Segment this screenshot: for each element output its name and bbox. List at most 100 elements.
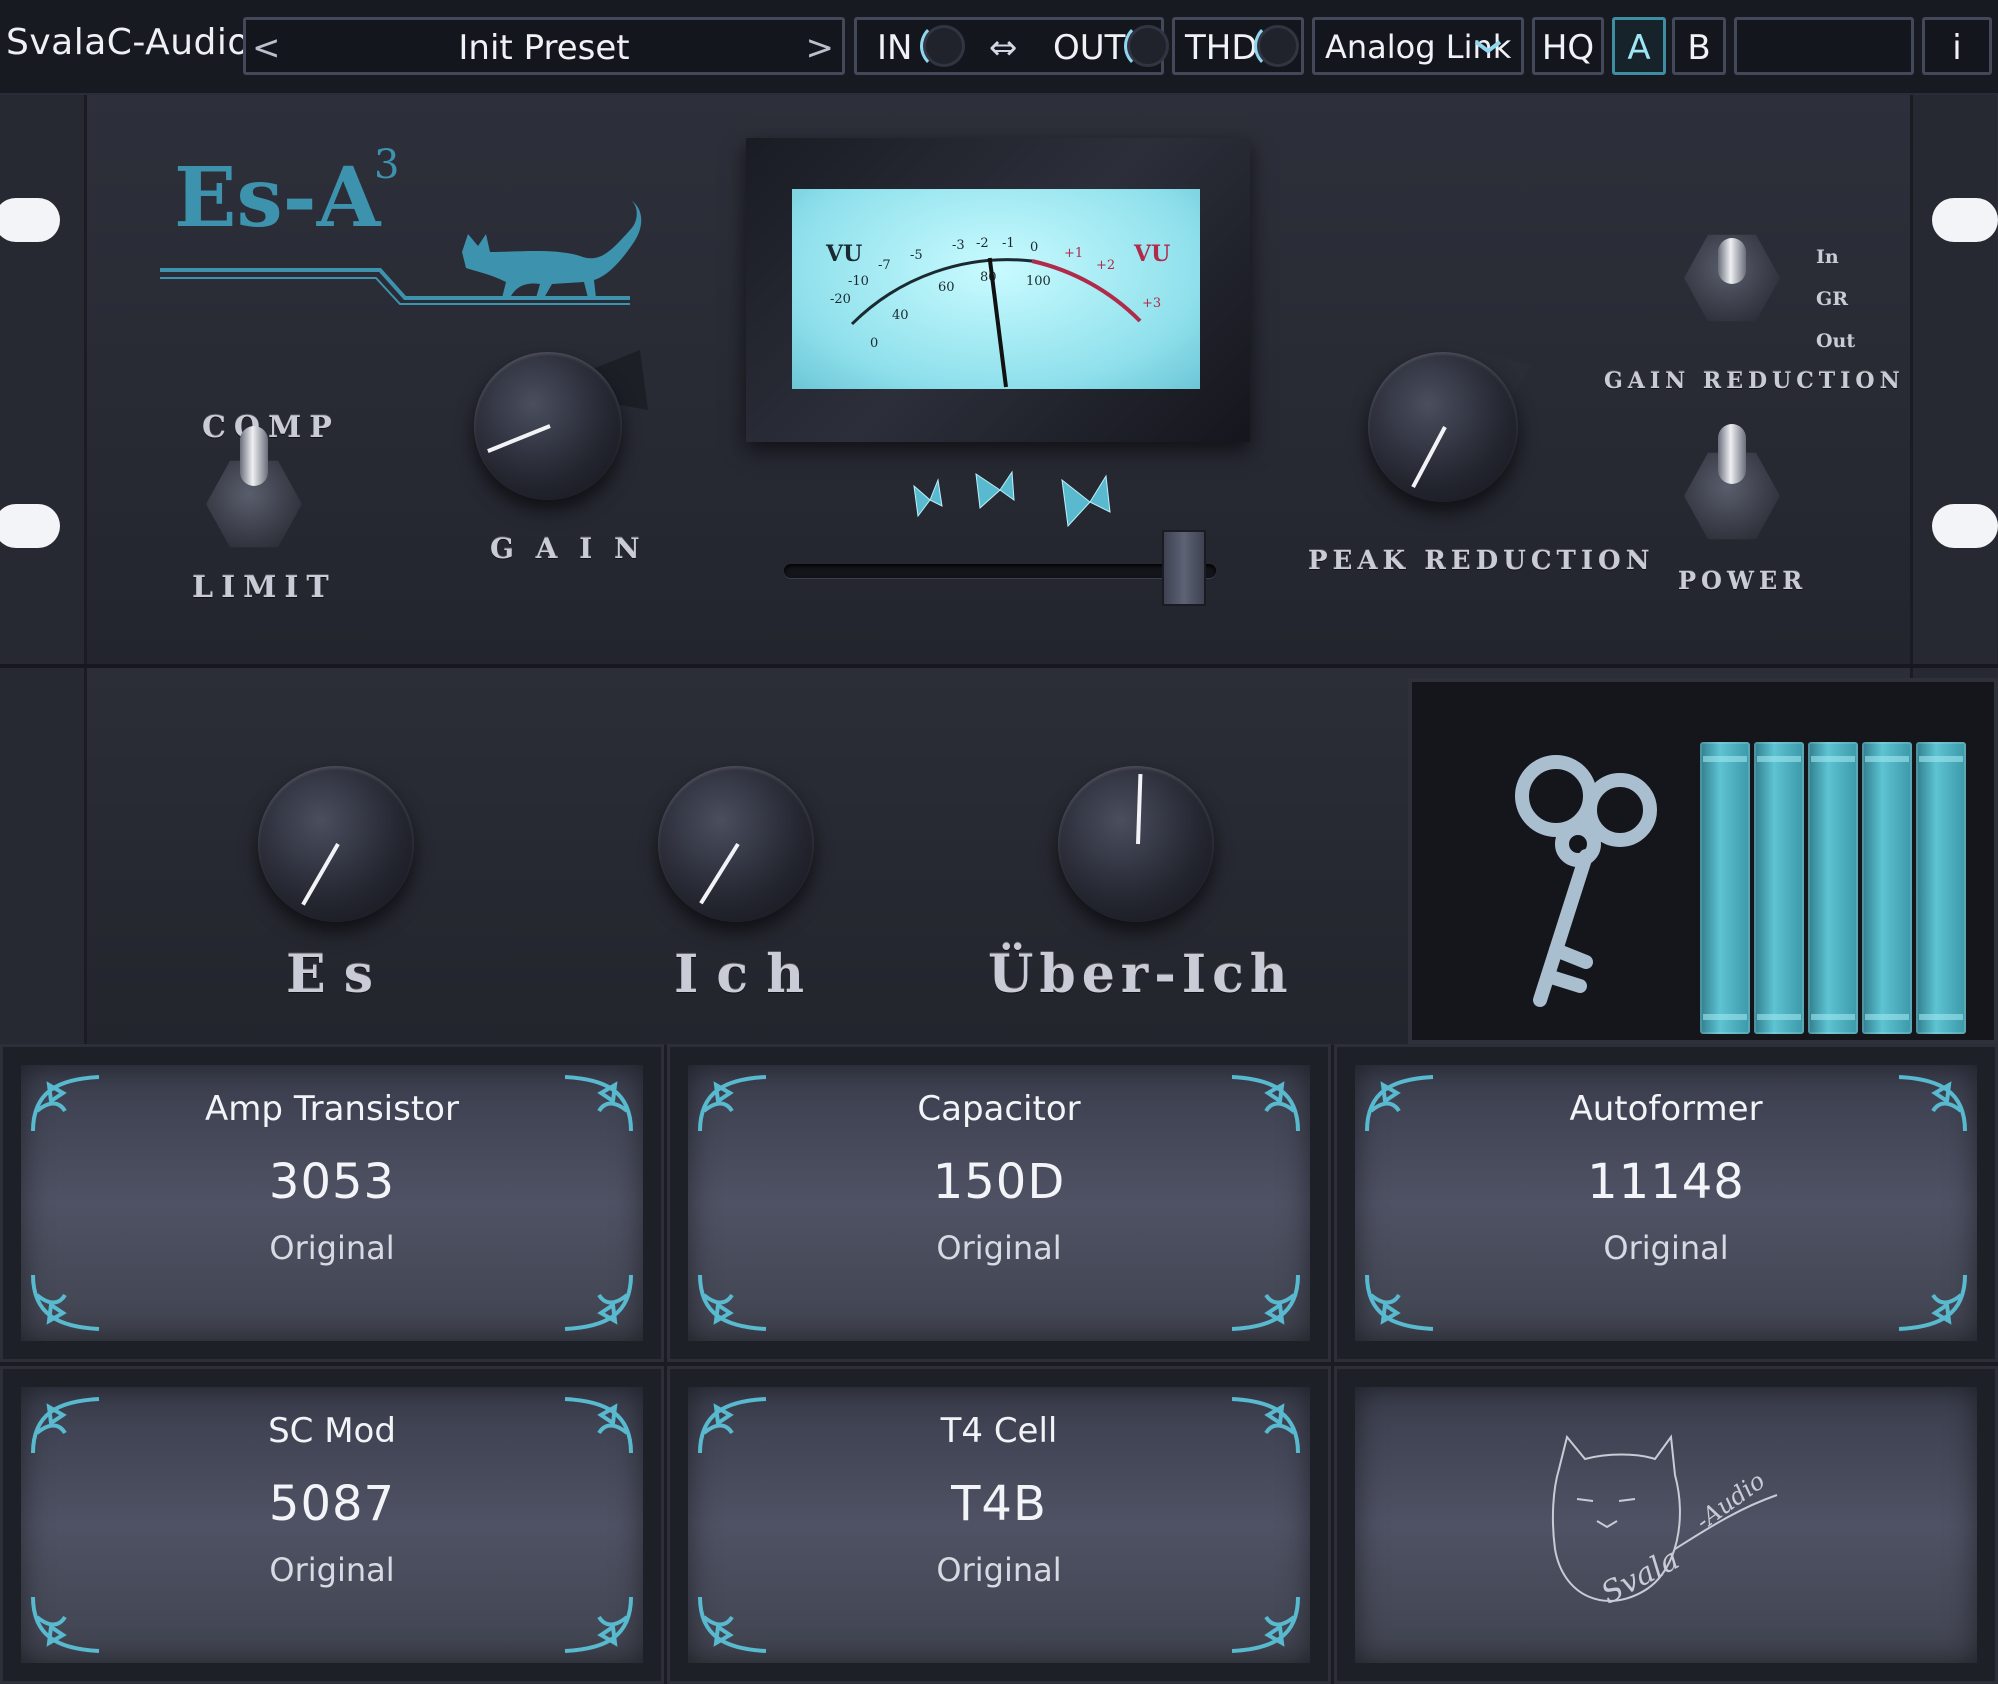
module-title: Amp Transistor (205, 1089, 459, 1129)
b-button[interactable]: B (1672, 17, 1726, 75)
in-label: IN (877, 28, 913, 68)
signature-panel: Svala -Audio (1334, 1366, 1998, 1684)
rack-screw-slot (1932, 198, 1998, 242)
meter-mode-gr: GR (1816, 288, 1849, 310)
b-label: B (1687, 28, 1711, 68)
comp-limit-toggle[interactable] (206, 426, 302, 552)
uber-ich-label: Über-Ich (988, 944, 1294, 1005)
thd-knob[interactable] (1254, 22, 1299, 70)
module-card-3[interactable]: SC Mod 5087 Original (0, 1366, 664, 1684)
module-title: Capacitor (917, 1089, 1081, 1129)
preset-next-button[interactable]: > (806, 28, 835, 68)
module-variant[interactable]: Original (1337, 1229, 1995, 1267)
a-button[interactable]: A (1612, 17, 1666, 75)
link-icon[interactable]: ⇔ (989, 28, 1018, 68)
chevron-down-icon (1474, 40, 1502, 54)
status-display (1734, 17, 1914, 75)
mix-slider-thumb[interactable] (1162, 530, 1206, 606)
book-4[interactable] (1862, 742, 1912, 1034)
ich-label: I c h (674, 944, 804, 1005)
module-variant[interactable]: Original (3, 1229, 661, 1267)
meter-mode-options: In GR Out (1816, 236, 1855, 362)
uber-ich-knob[interactable] (1058, 766, 1214, 922)
book-5[interactable] (1916, 742, 1966, 1034)
module-variant[interactable]: Original (670, 1229, 1328, 1267)
module-variant[interactable]: Original (3, 1551, 661, 1589)
gain-label: G A I N (490, 532, 646, 565)
power-toggle[interactable] (1684, 424, 1780, 544)
vu-db-tick-label: +1 (1064, 246, 1083, 261)
meter-mode-toggle[interactable] (1684, 230, 1780, 326)
meter-mode-in: In (1816, 246, 1839, 268)
power-label: POWER (1678, 566, 1808, 595)
module-card-0[interactable]: Amp Transistor 3053 Original (0, 1044, 664, 1362)
book-1[interactable] (1700, 742, 1750, 1034)
peak-reduction-knob[interactable] (1368, 352, 1518, 502)
vu-scale: -20-10-7-5-3 -2 -1 0 +1+2+30406080 100 (830, 236, 1161, 388)
product-logo: Es-A 3 (160, 142, 660, 320)
hq-button[interactable]: HQ (1532, 17, 1604, 75)
limit-label: LIMIT (192, 570, 337, 605)
out-label: OUT (1053, 28, 1126, 68)
module-title: Autoformer (1569, 1089, 1763, 1129)
es-knob[interactable] (258, 766, 414, 922)
module-card-4[interactable]: T4 Cell T4B Original (667, 1366, 1331, 1684)
input-gain-knob[interactable] (920, 22, 965, 70)
vu-db-tick-label: -7 (878, 258, 891, 273)
vu-db-tick-label: -10 (848, 274, 869, 289)
output-gain-knob[interactable] (1124, 22, 1169, 70)
vu-percent-tick-label: 40 (892, 308, 909, 323)
rack-screw-slot (1932, 504, 1998, 548)
peak-reduction-label: PEAK REDUCTION (1308, 546, 1655, 576)
vu-needle (987, 257, 1008, 388)
vu-db-tick-label: 0 (1030, 240, 1038, 255)
io-gain-group: IN ⇔ OUT (854, 17, 1169, 75)
es-label: E s (286, 944, 374, 1005)
preset-selector[interactable]: < Init Preset > (243, 17, 845, 75)
module-card-1[interactable]: Capacitor 150D Original (667, 1044, 1331, 1362)
info-label: i (1952, 28, 1962, 68)
ich-knob[interactable] (658, 766, 814, 922)
vu-meter: VU VU -20 -10 -7 -5 -3 -2 -1 0 +1 +2 +3 0 40 60 80 100 (792, 189, 1200, 389)
logo-superscript: 3 (374, 142, 400, 188)
vu-percent-tick-label: 60 (938, 280, 955, 295)
module-variant[interactable]: Original (670, 1551, 1328, 1589)
vu-db-tick-label: -1 (1002, 236, 1015, 251)
module-title: SC Mod (268, 1411, 396, 1451)
vu-db-tick-label: +3 (1142, 296, 1161, 311)
gain-reduction-label: GAIN REDUCTION (1604, 368, 1905, 394)
gain-knob[interactable] (474, 352, 622, 500)
cat-signature-icon (1551, 1434, 1778, 1602)
rack-screw-slot (0, 504, 60, 548)
preset-name: Init Preset (458, 28, 630, 68)
vu-db-tick-label: -5 (910, 248, 923, 263)
module-value[interactable]: 150D (670, 1154, 1328, 1210)
a-label: A (1627, 28, 1651, 68)
brand-title: SvalaC-Audio (6, 22, 250, 63)
comp-label: COMP (202, 410, 340, 445)
info-button[interactable]: i (1922, 17, 1992, 75)
module-value[interactable]: 11148 (1337, 1154, 1995, 1210)
butterfly-ornament-icon (913, 470, 1111, 528)
module-value[interactable]: T4B (670, 1476, 1328, 1532)
book-3[interactable] (1808, 742, 1858, 1034)
vu-percent-tick-label: 100 (1026, 274, 1051, 289)
module-title: T4 Cell (940, 1411, 1058, 1451)
meter-mode-out: Out (1816, 330, 1856, 352)
module-value[interactable]: 5087 (3, 1476, 661, 1532)
module-value[interactable]: 3053 (3, 1154, 661, 1210)
mix-slider-track[interactable] (784, 564, 1216, 578)
book-2[interactable] (1754, 742, 1804, 1034)
mode-dropdown[interactable]: Analog Link (1312, 17, 1524, 75)
rack-screw-slot (0, 198, 60, 242)
key-icon[interactable] (1500, 740, 1700, 1030)
vu-percent-tick-label: 0 (870, 336, 878, 351)
module-card-2[interactable]: Autoformer 11148 Original (1334, 1044, 1998, 1362)
thd-label: THD (1185, 28, 1258, 68)
hq-label: HQ (1541, 28, 1595, 68)
panel-divider (0, 664, 1998, 668)
vu-db-tick-label: -2 (976, 236, 989, 251)
vu-db-tick-label: -3 (952, 238, 965, 253)
vu-db-tick-label: +2 (1096, 258, 1115, 273)
top-toolbar: SvalaC-Audio < Init Preset > IN ⇔ OUT TH… (0, 0, 1998, 95)
